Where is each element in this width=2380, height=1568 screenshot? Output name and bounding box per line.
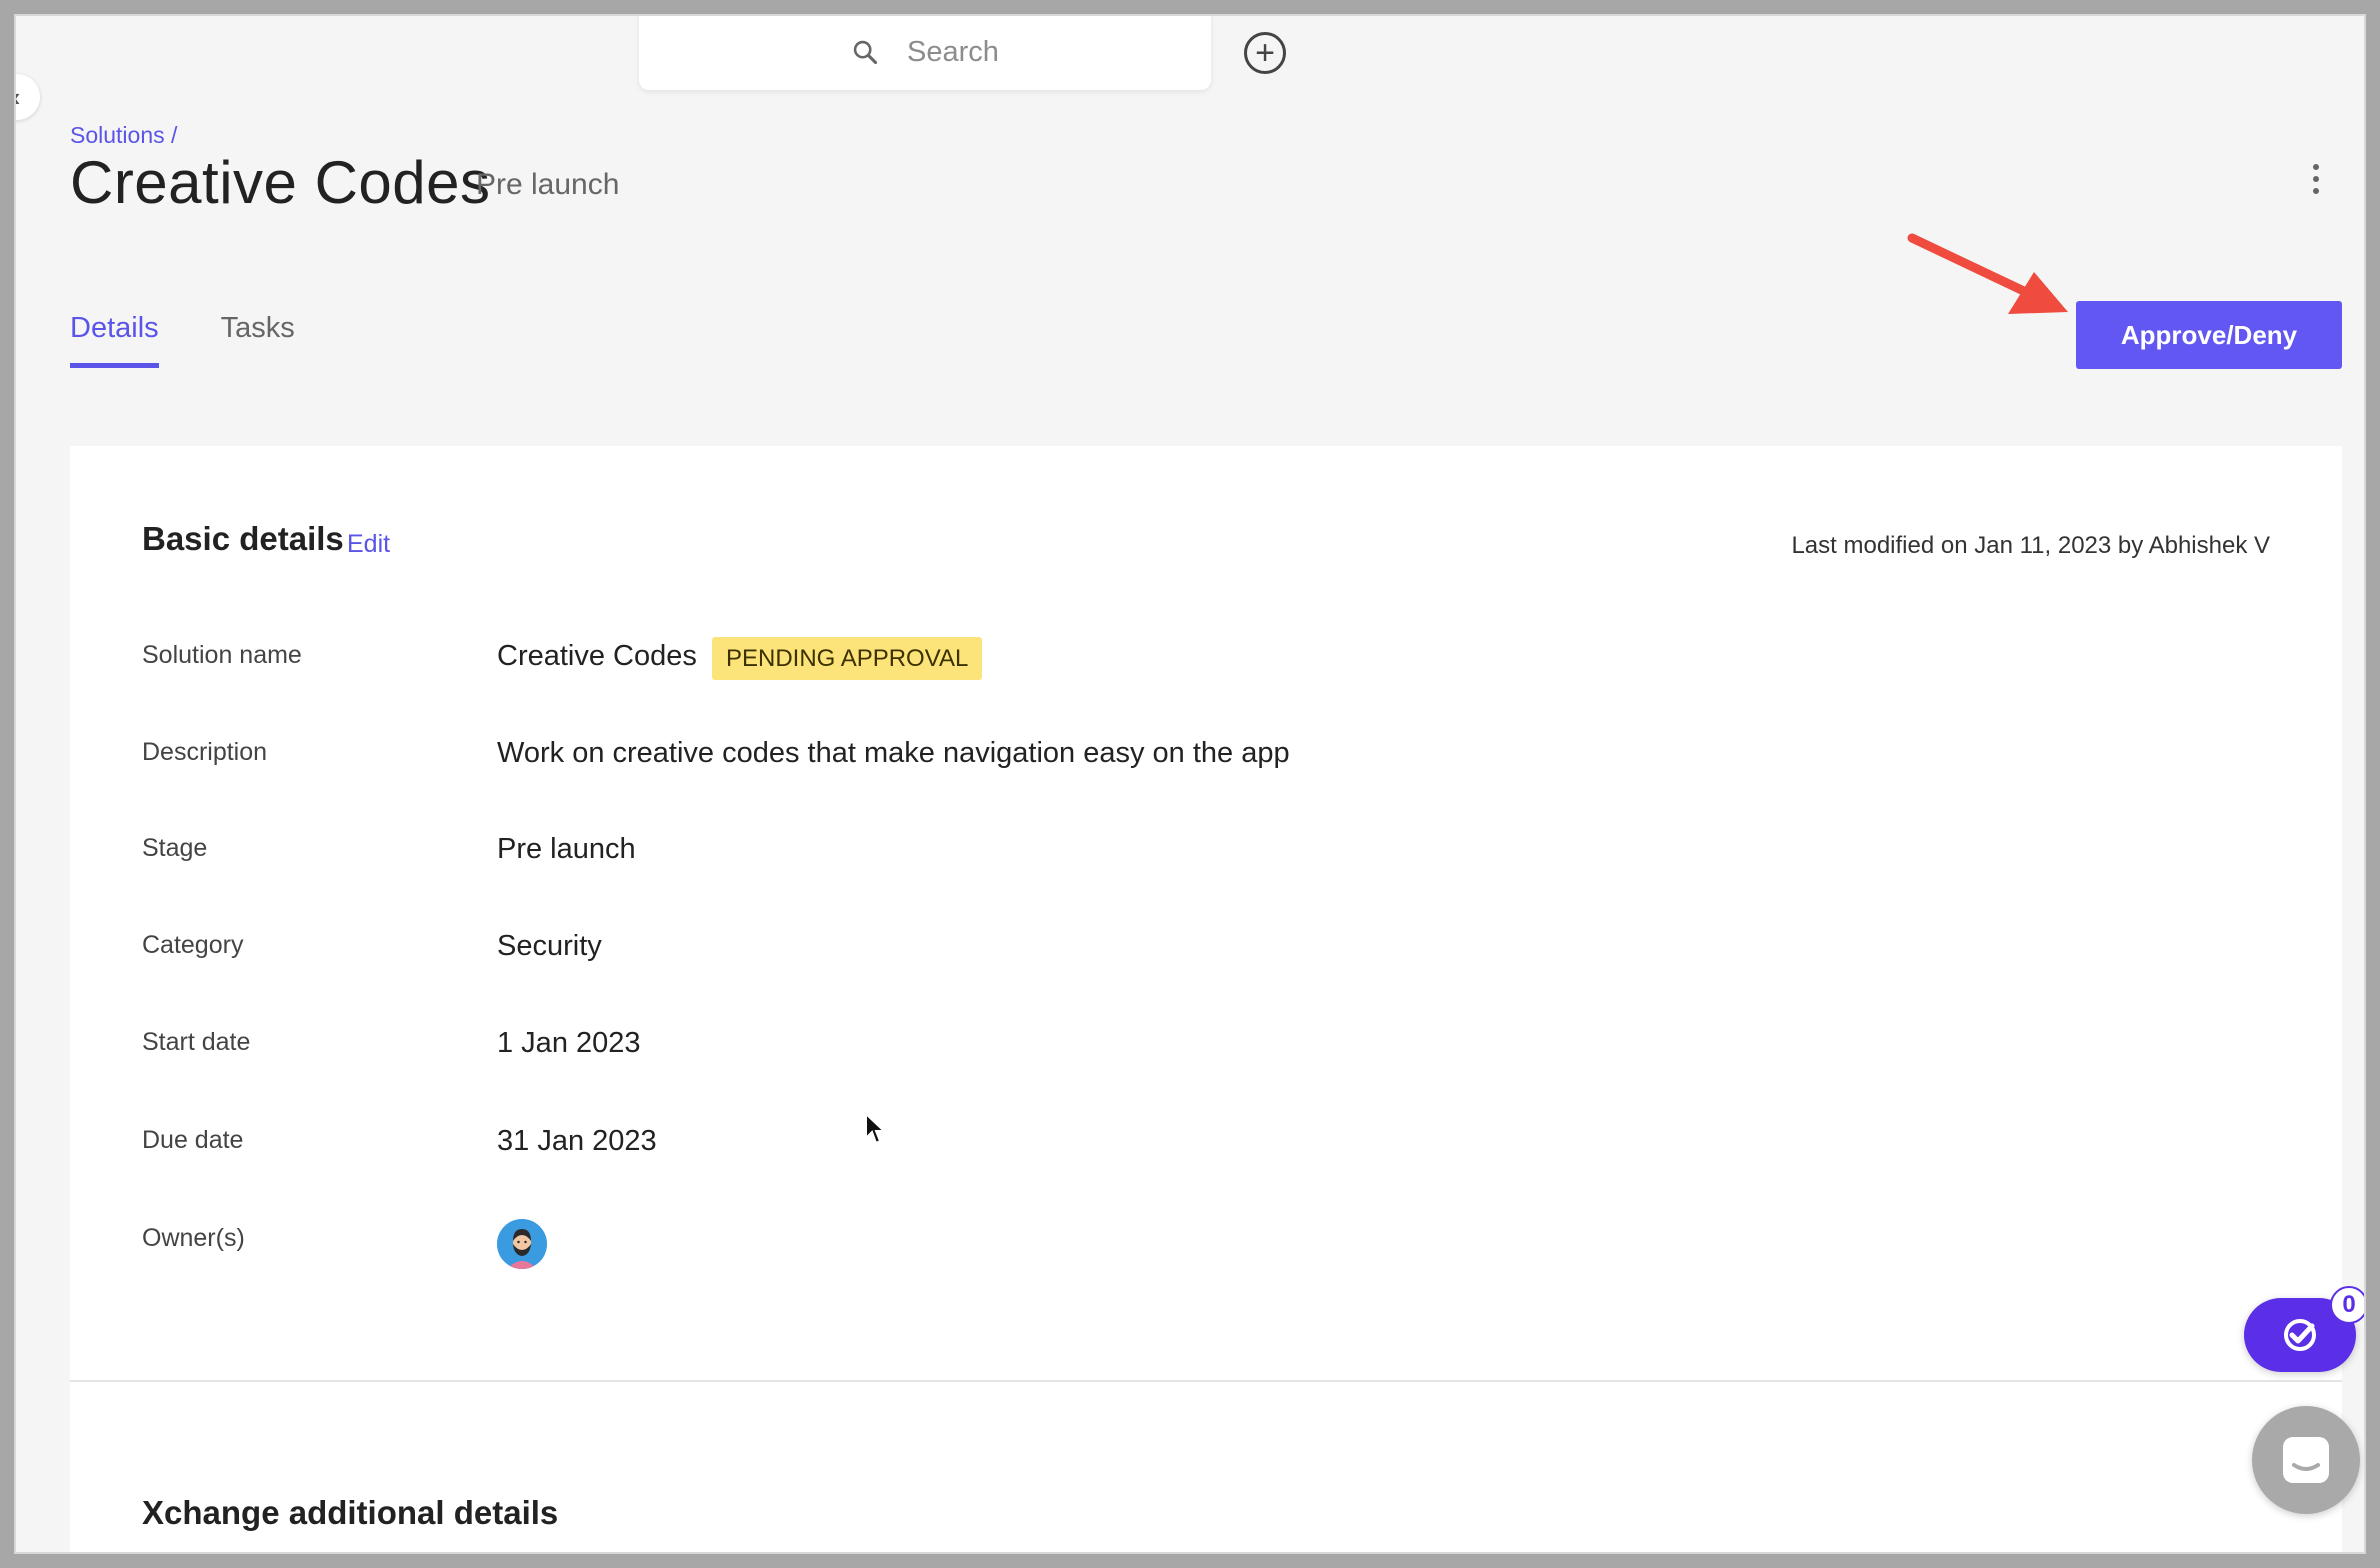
status-badge: PENDING APPROVAL <box>712 637 983 680</box>
avatar[interactable] <box>497 1219 547 1269</box>
annotation-arrow-icon <box>1907 233 2068 314</box>
section-divider <box>70 1380 2342 1382</box>
chat-widget-button[interactable] <box>2252 1406 2360 1514</box>
approve-deny-button[interactable]: Approve/Deny <box>2076 301 2342 369</box>
search-input[interactable]: Search <box>907 36 999 69</box>
field-value-due-date: 31 Jan 2023 <box>497 1125 657 1157</box>
field-value-category: Security <box>497 930 602 962</box>
field-label-owners: Owner(s) <box>142 1224 245 1252</box>
field-value-description: Work on creative codes that make navigat… <box>497 737 1290 769</box>
last-modified-text: Last modified on Jan 11, 2023 by Abhishe… <box>1791 532 2270 559</box>
field-label-solution-name: Solution name <box>142 641 302 669</box>
details-card: Basic details Edit Last modified on Jan … <box>70 446 2342 1556</box>
add-new-button[interactable]: + <box>1244 32 1286 74</box>
kebab-menu-icon[interactable] <box>2304 164 2328 194</box>
section-title-basic-details: Basic details <box>142 520 344 557</box>
page-stage-label: Pre launch <box>476 168 620 201</box>
search-icon <box>853 40 878 65</box>
search-bar[interactable]: Search <box>639 14 1211 90</box>
field-label-start-date: Start date <box>142 1028 251 1056</box>
edit-link[interactable]: Edit <box>347 530 390 559</box>
check-circle-icon <box>2284 1319 2316 1351</box>
field-value-start-date: 1 Jan 2023 <box>497 1027 641 1059</box>
owner-avatar-icon <box>497 1219 547 1269</box>
tab-details[interactable]: Details <box>70 312 159 368</box>
tasks-count-badge: 0 <box>2330 1286 2368 1324</box>
field-label-stage: Stage <box>142 834 208 862</box>
tab-tasks[interactable]: Tasks <box>221 312 295 368</box>
field-label-description: Description <box>142 738 268 766</box>
field-label-category: Category <box>142 931 244 959</box>
field-label-due-date: Due date <box>142 1126 244 1154</box>
page-title: Creative Codes <box>70 149 491 216</box>
plus-circle-icon: + <box>1255 34 1275 72</box>
chat-icon <box>2283 1437 2329 1483</box>
tab-bar: Details Tasks <box>70 312 295 368</box>
chevron-left-icon: ‹ <box>11 81 21 112</box>
breadcrumb[interactable]: Solutions / <box>70 122 177 149</box>
section-title-additional-details: Xchange additional details <box>142 1494 559 1531</box>
field-value-solution-name: Creative Codes <box>497 640 697 672</box>
mouse-cursor-icon <box>865 1112 886 1145</box>
field-value-stage: Pre launch <box>497 833 636 865</box>
sidebar-collapse-handle[interactable]: ‹ <box>0 74 40 120</box>
